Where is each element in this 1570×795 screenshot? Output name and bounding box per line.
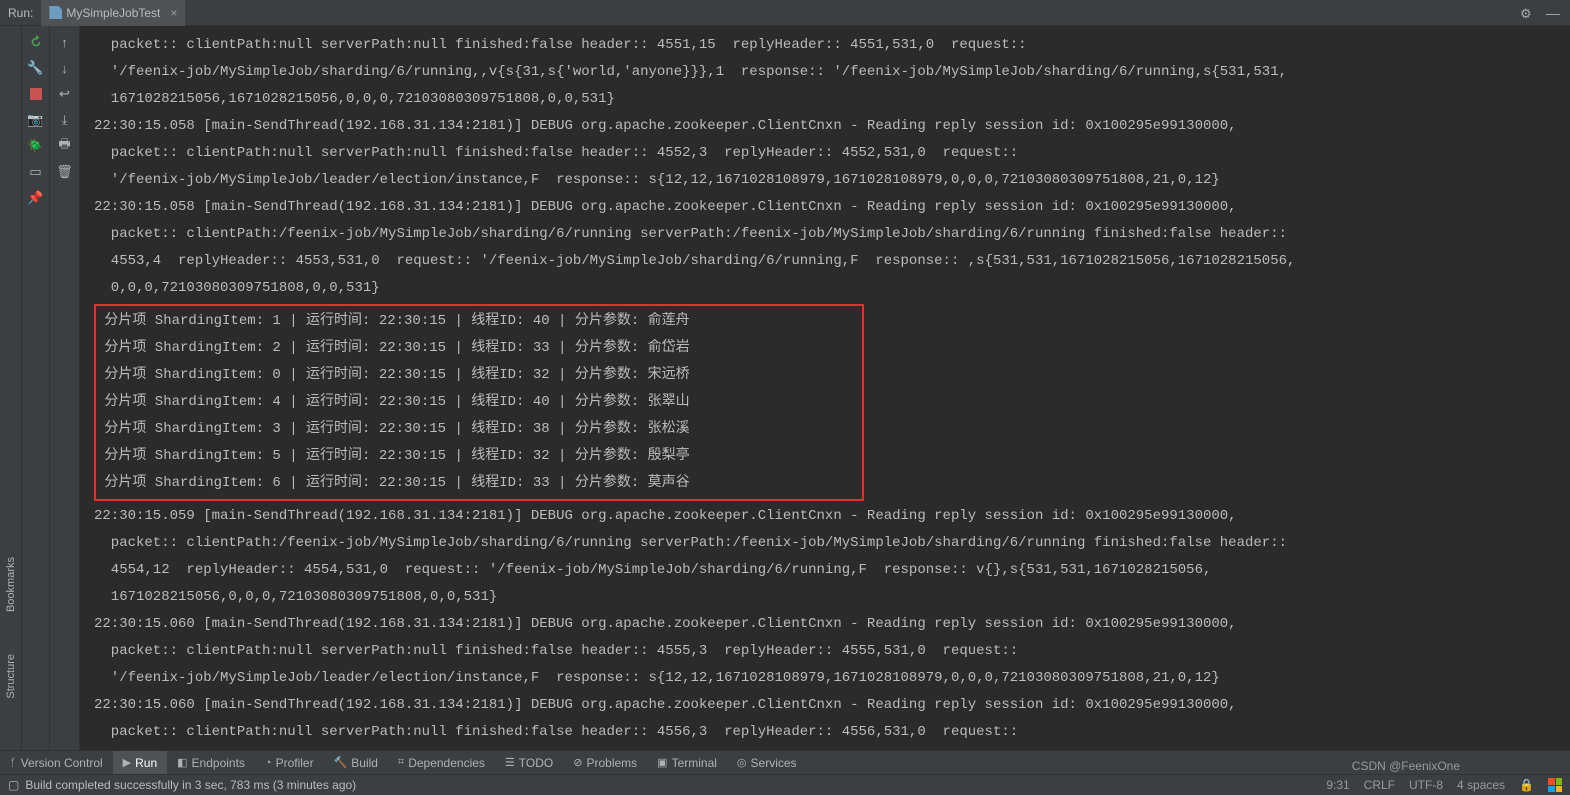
todo-icon: ☰: [505, 756, 515, 769]
wrench-icon[interactable]: 🔧: [28, 60, 44, 76]
caret-position[interactable]: 9:31: [1326, 778, 1349, 792]
console-toolbar: ↑ ↓ ↩ ⤓ 🖶 🗑: [50, 26, 80, 750]
tab-dependencies[interactable]: ⌗Dependencies: [388, 751, 495, 775]
ms-flag-icon[interactable]: [1548, 778, 1562, 792]
sharding-line: 分片项 ShardingItem: 0 | 运行时间: 22:30:15 | 线…: [96, 362, 862, 389]
console-line: 0,0,0,72103080309751808,0,0,531}: [94, 275, 1560, 302]
tab-services[interactable]: ◎Services: [727, 751, 807, 775]
bookmarks-tab[interactable]: Bookmarks: [3, 551, 19, 618]
window-controls: —: [1520, 5, 1570, 21]
console-line: 22:30:15.058 [main-SendThread(192.168.31…: [94, 113, 1560, 140]
run-tab-title: MySimpleJobTest: [66, 6, 160, 20]
run-config-tab[interactable]: MySimpleJobTest ×: [41, 0, 185, 26]
readonly-lock-icon[interactable]: 🔒: [1519, 778, 1534, 792]
sharding-line: 分片项 ShardingItem: 2 | 运行时间: 22:30:15 | 线…: [96, 335, 862, 362]
print-icon[interactable]: 🖶: [57, 138, 73, 154]
stop-button[interactable]: [28, 86, 44, 102]
structure-tab[interactable]: Structure: [3, 648, 19, 705]
sharding-line: 分片项 ShardingItem: 1 | 运行时间: 22:30:15 | 线…: [96, 308, 862, 335]
tab-endpoints[interactable]: ◧Endpoints: [167, 751, 255, 775]
services-icon: ◎: [737, 756, 747, 769]
pin-icon[interactable]: 📌: [28, 190, 44, 206]
deps-icon: ⌗: [398, 756, 404, 769]
console-line: packet:: clientPath:null serverPath:null…: [94, 638, 1560, 665]
status-message-icon: ▢: [8, 778, 19, 792]
bug-icon[interactable]: 🪲: [28, 138, 44, 154]
console-line: '/feenix-job/MySimpleJob/leader/election…: [94, 167, 1560, 194]
console-line: 4554,12 replyHeader:: 4554,531,0 request…: [94, 557, 1560, 584]
console-line: '/feenix-job/MySimpleJob/sharding/6/runn…: [94, 59, 1560, 86]
tab-terminal[interactable]: ▣Terminal: [647, 751, 727, 775]
play-icon: ▶: [123, 756, 131, 769]
tab-todo[interactable]: ☰TODO: [495, 751, 563, 775]
terminal-icon: ▣: [657, 756, 667, 769]
endpoint-icon: ◧: [177, 756, 187, 769]
console-line: packet:: clientPath:null serverPath:null…: [94, 719, 1560, 746]
sharding-line: 分片项 ShardingItem: 3 | 运行时间: 22:30:15 | 线…: [96, 416, 862, 443]
indent-setting[interactable]: 4 spaces: [1457, 778, 1505, 792]
console-line: 22:30:15.059 [main-SendThread(192.168.31…: [94, 503, 1560, 530]
console-line: '/feenix-job/MySimpleJob/leader/election…: [94, 665, 1560, 692]
console-line: packet:: clientPath:/feenix-job/MySimple…: [94, 221, 1560, 248]
console-line: 1671028215056,1671028215056,0,0,0,721030…: [94, 86, 1560, 113]
highlighted-sharding-box: 分片项 ShardingItem: 1 | 运行时间: 22:30:15 | 线…: [94, 304, 864, 501]
clear-icon[interactable]: 🗑: [57, 164, 73, 180]
down-icon[interactable]: ↓: [57, 60, 73, 76]
status-message: Build completed successfully in 3 sec, 7…: [25, 778, 356, 792]
console-line: packet:: clientPath:/feenix-job/MySimple…: [94, 530, 1560, 557]
branch-icon: ᚶ: [10, 757, 17, 769]
console-line: packet:: clientPath:null serverPath:null…: [94, 32, 1560, 59]
problems-icon: ⊘: [573, 756, 582, 769]
camera-icon[interactable]: 📷: [28, 112, 44, 128]
console-line: 1671028215056,0,0,0,72103080309751808,0,…: [94, 584, 1560, 611]
rerun-button[interactable]: [28, 34, 44, 50]
scroll-end-icon[interactable]: ⤓: [57, 112, 73, 128]
top-run-bar: Run: MySimpleJobTest × —: [0, 0, 1570, 26]
minimize-icon[interactable]: —: [1546, 5, 1560, 21]
status-bar: ▢ Build completed successfully in 3 sec,…: [0, 774, 1570, 795]
layout-icon[interactable]: ▭: [28, 164, 44, 180]
line-separator[interactable]: CRLF: [1364, 778, 1395, 792]
left-tool-tabs: Bookmarks Structure: [0, 26, 22, 750]
bottom-tool-tabs: ᚶVersion Control ▶Run ◧Endpoints ◔Profil…: [0, 750, 1570, 774]
tab-profiler[interactable]: ◔Profiler: [255, 751, 324, 775]
gear-icon[interactable]: [1520, 5, 1534, 19]
tab-problems[interactable]: ⊘Problems: [563, 751, 647, 775]
close-icon[interactable]: ×: [170, 6, 177, 20]
run-panel-label: Run:: [0, 6, 41, 20]
sharding-line: 分片项 ShardingItem: 6 | 运行时间: 22:30:15 | 线…: [96, 470, 862, 497]
up-icon[interactable]: ↑: [57, 34, 73, 50]
sharding-line: 分片项 ShardingItem: 4 | 运行时间: 22:30:15 | 线…: [96, 389, 862, 416]
console-line: packet:: clientPath:null serverPath:null…: [94, 140, 1560, 167]
sharding-line: 分片项 ShardingItem: 5 | 运行时间: 22:30:15 | 线…: [96, 443, 862, 470]
hammer-icon: 🔨: [334, 756, 348, 769]
file-encoding[interactable]: UTF-8: [1409, 778, 1443, 792]
console-line: 22:30:15.060 [main-SendThread(192.168.31…: [94, 692, 1560, 719]
profiler-icon: ◔: [265, 757, 272, 769]
run-toolbar: 🔧 📷 🪲 ▭ 📌: [22, 26, 50, 750]
soft-wrap-icon[interactable]: ↩: [57, 86, 73, 102]
console-output[interactable]: packet:: clientPath:null serverPath:null…: [80, 26, 1570, 750]
file-icon: [49, 6, 62, 19]
tab-build[interactable]: 🔨Build: [324, 751, 388, 775]
tab-run[interactable]: ▶Run: [113, 751, 167, 775]
console-line: 22:30:15.058 [main-SendThread(192.168.31…: [94, 194, 1560, 221]
tab-version-control[interactable]: ᚶVersion Control: [0, 751, 113, 775]
console-line: 22:30:15.060 [main-SendThread(192.168.31…: [94, 611, 1560, 638]
console-line: 4553,4 replyHeader:: 4553,531,0 request:…: [94, 248, 1560, 275]
